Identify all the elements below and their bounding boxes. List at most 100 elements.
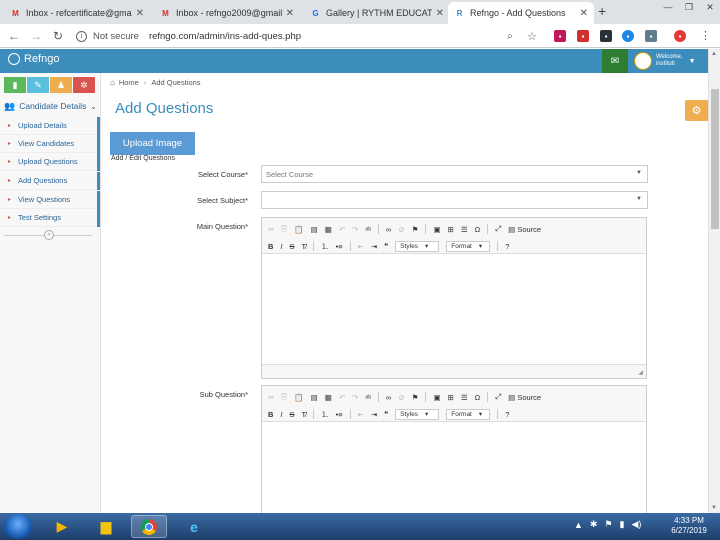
sidebar-item-view-questions[interactable]: ▸ View Questions	[0, 191, 100, 209]
reload-icon[interactable]: ↻	[50, 28, 66, 44]
home-icon[interactable]: ⌂	[110, 78, 115, 87]
paste-text-icon[interactable]: ▤	[311, 225, 318, 234]
special-char-icon[interactable]: Ω	[475, 225, 481, 234]
italic-icon[interactable]: I	[280, 410, 282, 419]
taskbar-clock[interactable]: 4:33 PM 6/27/2019	[662, 516, 716, 536]
bookmark-star-icon[interactable]: ☆	[524, 28, 540, 44]
anchor-icon[interactable]: ⚑	[412, 225, 419, 234]
indent-icon[interactable]: ⇥	[371, 410, 377, 419]
extension-icon[interactable]: ▪	[577, 30, 589, 42]
sidebar-item-upload-details[interactable]: ▸ Upload Details	[0, 117, 100, 135]
close-tab-icon[interactable]: ✕	[436, 8, 444, 19]
close-window-icon[interactable]: ✕	[700, 0, 720, 14]
image-icon[interactable]: ▣	[433, 225, 440, 234]
close-tab-icon[interactable]: ✕	[286, 8, 294, 19]
chrome-icon[interactable]	[131, 515, 167, 538]
blockquote-icon[interactable]: ❞	[384, 242, 388, 251]
redo-icon[interactable]: ↷	[352, 225, 358, 234]
user-menu[interactable]: Welcome, instituti ▼	[628, 49, 708, 73]
back-arrow-icon[interactable]: ←	[6, 28, 22, 44]
browser-tab-active[interactable]: R Refngo - Add Questions ✕	[448, 2, 594, 24]
brand-logo[interactable]: Refngo	[8, 53, 59, 65]
help-icon[interactable]: ?	[505, 242, 509, 251]
sidebar-item-view-candidates[interactable]: ▸ View Candidates	[0, 135, 100, 153]
sidebar-item-add-questions[interactable]: ▸ Add Questions	[0, 172, 100, 190]
source-button[interactable]: ▤ Source	[508, 393, 548, 402]
browser-tab[interactable]: G Gallery | RYTHM EDUCATIO ✕	[304, 2, 450, 24]
collapse-icon[interactable]: «	[44, 230, 54, 240]
battery-icon[interactable]: ▮	[620, 519, 625, 530]
paste-icon[interactable]: 📋	[294, 393, 303, 402]
internet-explorer-icon[interactable]: e	[176, 515, 212, 538]
scroll-up-icon[interactable]: ▲	[711, 51, 717, 57]
bulleted-list-icon[interactable]: •≡	[336, 242, 343, 251]
spellcheck-icon[interactable]: ᵃᵇ	[365, 225, 371, 234]
extension-icon[interactable]: ▪	[622, 30, 634, 42]
media-player-icon[interactable]: ▶	[44, 515, 80, 538]
info-icon[interactable]: i	[76, 30, 87, 42]
outdent-icon[interactable]: ⇤	[358, 242, 364, 251]
breadcrumb-home[interactable]: Home	[119, 78, 139, 87]
italic-icon[interactable]: I	[280, 242, 282, 251]
outdent-icon[interactable]: ⇤	[358, 410, 364, 419]
page-scrollbar[interactable]: ▲ ▼	[708, 49, 720, 513]
horizontal-rule-icon[interactable]: ☰	[461, 225, 468, 234]
format-dropdown[interactable]: Format ▾	[446, 240, 491, 252]
tray-arrow-icon[interactable]: ▲	[574, 520, 583, 530]
flag-icon[interactable]: ⚑	[604, 519, 612, 530]
users-shortcut-button[interactable]: ♟	[50, 77, 72, 93]
close-tab-icon[interactable]: ✕	[136, 8, 144, 19]
unlink-icon[interactable]: ⊘	[398, 393, 404, 402]
paste-word-icon[interactable]: ▦	[325, 225, 332, 234]
copy-icon[interactable]: ⎘	[281, 392, 287, 402]
styles-dropdown[interactable]: Styles ▾	[395, 408, 440, 420]
link-icon[interactable]: ∞	[386, 393, 391, 402]
bulleted-list-icon[interactable]: •≡	[336, 410, 343, 419]
undo-icon[interactable]: ↶	[339, 225, 345, 234]
styles-dropdown[interactable]: Styles ▾	[395, 240, 440, 252]
volume-icon[interactable]: ◀)	[632, 519, 642, 530]
paste-text-icon[interactable]: ▤	[311, 393, 318, 402]
remove-format-icon[interactable]: T̸	[302, 242, 307, 251]
table-icon[interactable]: ⊞	[448, 225, 454, 234]
file-explorer-icon[interactable]: ▆	[88, 515, 124, 538]
subject-select[interactable]: ▼	[261, 191, 648, 209]
cut-icon[interactable]: ✂	[268, 393, 274, 402]
bold-icon[interactable]: B	[268, 242, 273, 251]
source-button[interactable]: ▤ Source	[508, 225, 548, 234]
main-question-editor[interactable]: ✂ ⎘ 📋 ▤ ▦ ↶ ↷ ᵃᵇ ∞ ⊘ ⚑ ▣ ⊞ ☰ Ω ⤢ ▤ Sourc…	[261, 217, 647, 379]
close-tab-icon[interactable]: ✕	[580, 8, 588, 19]
sidebar-section-candidate-details[interactable]: 👥 Candidate Details ⌄	[4, 98, 97, 114]
new-tab-button[interactable]: +	[598, 3, 606, 19]
scrollbar-thumb[interactable]	[711, 89, 719, 229]
horizontal-rule-icon[interactable]: ☰	[461, 393, 468, 402]
indent-icon[interactable]: ⇥	[371, 242, 377, 251]
browser-tab[interactable]: M Inbox - refcertificate@gmai ✕	[4, 2, 150, 24]
format-dropdown[interactable]: Format ▾	[446, 408, 491, 420]
minimize-icon[interactable]: —	[658, 0, 678, 14]
blockquote-icon[interactable]: ❞	[384, 410, 388, 419]
course-select[interactable]: Select Course ▼	[261, 165, 648, 183]
scroll-down-icon[interactable]: ▼	[711, 505, 717, 511]
extension-icon[interactable]: ▪	[554, 30, 566, 42]
help-icon[interactable]: ?	[505, 410, 509, 419]
forward-arrow-icon[interactable]: →	[28, 28, 44, 44]
extension-icon[interactable]: ▪	[645, 30, 657, 42]
address-bar[interactable]: i Not secure refngo.com/admin/ins-add-qu…	[76, 27, 546, 45]
numbered-list-icon[interactable]: ⒈	[321, 241, 329, 252]
unlink-icon[interactable]: ⊘	[398, 225, 404, 234]
bold-icon[interactable]: B	[268, 410, 273, 419]
copy-icon[interactable]: ⎘	[281, 224, 287, 234]
anchor-icon[interactable]: ⚑	[412, 393, 419, 402]
settings-shortcut-button[interactable]: ✲	[73, 77, 95, 93]
paste-word-icon[interactable]: ▦	[325, 393, 332, 402]
resize-handle-icon[interactable]: ◢	[638, 369, 643, 376]
cut-icon[interactable]: ✂	[268, 225, 274, 234]
maximize-icon[interactable]: ⤢	[495, 392, 501, 402]
sidebar-item-upload-questions[interactable]: ▸ Upload Questions	[0, 153, 100, 171]
paste-icon[interactable]: 📋	[294, 225, 303, 234]
maximize-icon[interactable]: ⤢	[495, 224, 501, 234]
undo-icon[interactable]: ↶	[339, 393, 345, 402]
strike-icon[interactable]: S	[290, 410, 295, 419]
image-icon[interactable]: ▣	[433, 393, 440, 402]
